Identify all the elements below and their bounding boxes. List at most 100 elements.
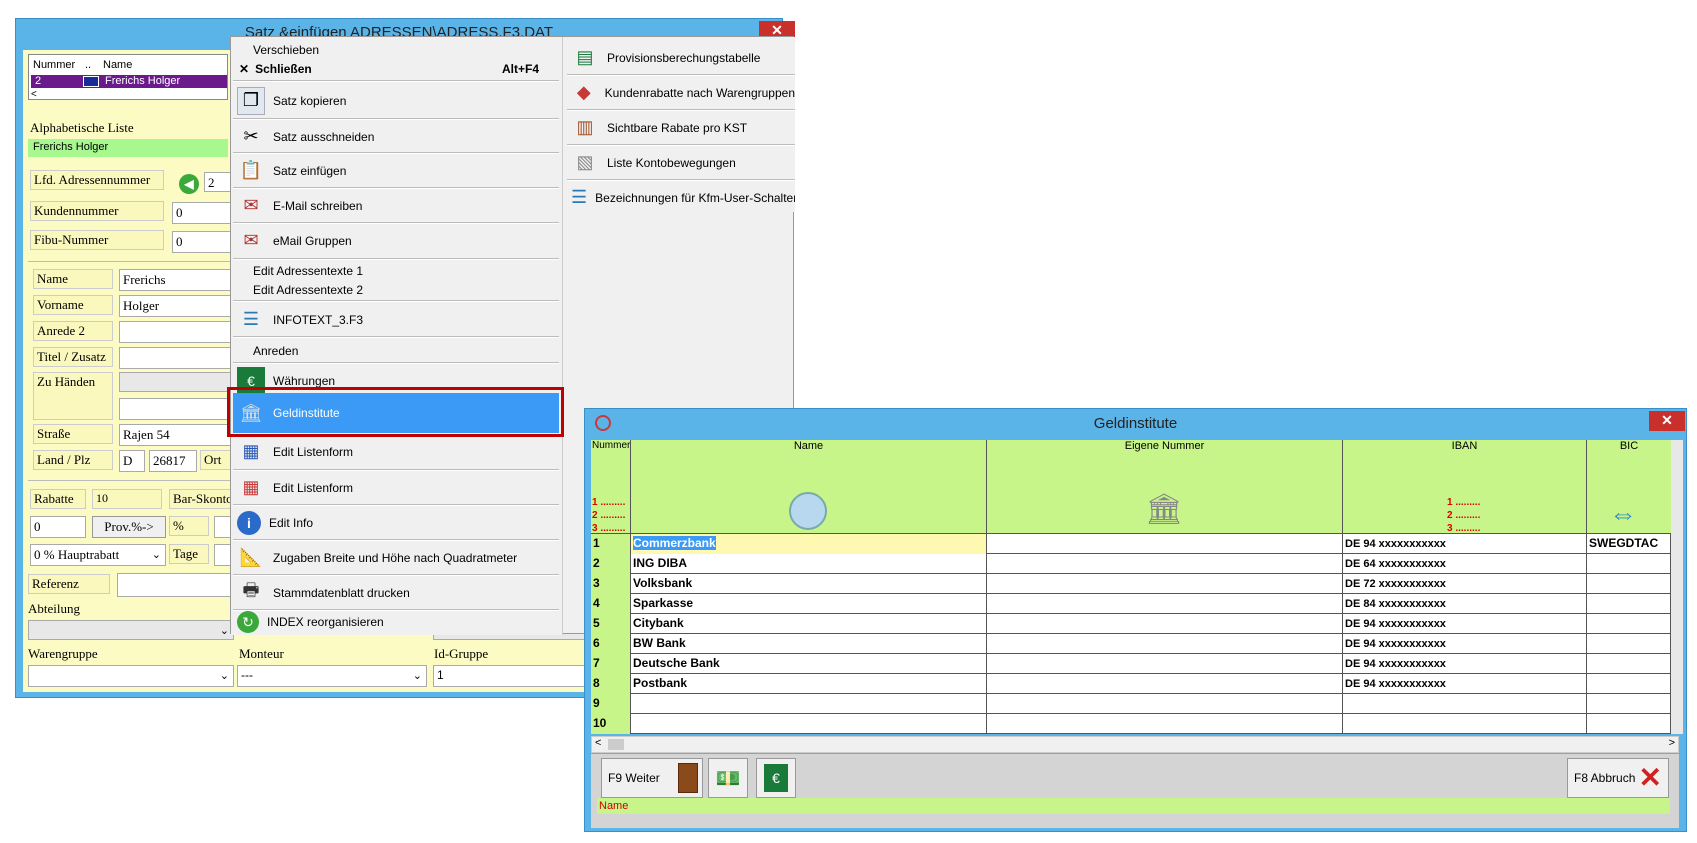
- scroll-right-icon[interactable]: >: [1669, 737, 1675, 749]
- cell-bic[interactable]: [1587, 594, 1671, 614]
- cell-iban[interactable]: DE 94 xxxxxxxxxxx: [1343, 654, 1587, 674]
- scroll-thumb[interactable]: [608, 739, 624, 750]
- list-header-nummer[interactable]: Nummer: [33, 59, 75, 71]
- cell-iban[interactable]: DE 94 xxxxxxxxxxx: [1343, 674, 1587, 694]
- table-row[interactable]: 10: [591, 714, 1671, 734]
- cell-nummer[interactable]: 10: [591, 714, 631, 734]
- cell-iban[interactable]: DE 72 xxxxxxxxxxx: [1343, 574, 1587, 594]
- menu-item-bezeichnungen[interactable]: ☰ Bezeichnungen für Kfm-User-Schalter: [567, 181, 795, 214]
- cell-eigene-nummer[interactable]: [987, 694, 1343, 714]
- cell-bic[interactable]: [1587, 694, 1671, 714]
- cell-name[interactable]: Citybank: [631, 614, 987, 634]
- cell-eigene-nummer[interactable]: [987, 654, 1343, 674]
- close-button[interactable]: ✕: [1649, 411, 1685, 431]
- cell-nummer[interactable]: 7: [591, 654, 631, 674]
- header-bic[interactable]: BIC ⇔: [1587, 440, 1671, 534]
- scroll-left-icon[interactable]: <: [595, 737, 601, 749]
- monteur-select[interactable]: --- ⌄: [237, 665, 427, 687]
- table-row[interactable]: 2 ING DIBA DE 64 xxxxxxxxxxx: [591, 554, 1671, 574]
- cell-eigene-nummer[interactable]: [987, 674, 1343, 694]
- cell-eigene-nummer[interactable]: [987, 534, 1343, 554]
- rabatte-value[interactable]: 10: [92, 489, 162, 509]
- cell-nummer[interactable]: 1: [591, 534, 631, 554]
- menu-item-edit-adressentexte-1[interactable]: Edit Adressentexte 1: [233, 262, 559, 280]
- menu-item-schliessen[interactable]: ✕ Schließen Alt+F4: [233, 60, 559, 78]
- table-row[interactable]: 7 Deutsche Bank DE 94 xxxxxxxxxxx: [591, 654, 1671, 674]
- cell-bic[interactable]: SWEGDTAC: [1587, 534, 1671, 554]
- zuhanden-field[interactable]: [119, 398, 234, 420]
- menu-item-kontobewegungen[interactable]: ▧ Liste Kontobewegungen: [567, 146, 795, 179]
- cell-name[interactable]: [631, 694, 987, 714]
- menu-item-email-schreiben[interactable]: ✉ E-Mail schreiben: [233, 189, 559, 222]
- menu-item-zugaben[interactable]: 📐 Zugaben Breite und Höhe nach Quadratmet…: [233, 541, 559, 574]
- cell-nummer[interactable]: 5: [591, 614, 631, 634]
- table-row[interactable]: 6 BW Bank DE 94 xxxxxxxxxxx: [591, 634, 1671, 654]
- list-header-name[interactable]: Name: [103, 59, 132, 71]
- cell-nummer[interactable]: 4: [591, 594, 631, 614]
- cell-name[interactable]: Postbank: [631, 674, 987, 694]
- cell-nummer[interactable]: 3: [591, 574, 631, 594]
- back-arrow-icon[interactable]: ◀: [179, 174, 199, 194]
- cell-iban[interactable]: DE 94 xxxxxxxxxxx: [1343, 614, 1587, 634]
- menu-item-edit-adressentexte-2[interactable]: Edit Adressentexte 2: [233, 281, 559, 299]
- cell-eigene-nummer[interactable]: [987, 594, 1343, 614]
- f9-weiter-button[interactable]: F9 Weiter: [601, 758, 703, 798]
- euro-button[interactable]: €: [756, 758, 796, 798]
- menu-item-anreden[interactable]: Anreden: [233, 342, 559, 360]
- abteilung-select[interactable]: ⌄: [28, 620, 234, 640]
- cell-iban[interactable]: DE 94 xxxxxxxxxxx: [1343, 634, 1587, 654]
- prov-button[interactable]: Prov.%->: [92, 516, 166, 538]
- cell-name[interactable]: Deutsche Bank: [631, 654, 987, 674]
- horizontal-scrollbar[interactable]: < >: [591, 736, 1679, 753]
- vorname-field[interactable]: Holger: [119, 295, 234, 317]
- menu-item-infotext[interactable]: ☰ INFOTEXT_3.F3: [233, 303, 559, 336]
- cell-eigene-nummer[interactable]: [987, 634, 1343, 654]
- cell-nummer[interactable]: 6: [591, 634, 631, 654]
- cell-eigene-nummer[interactable]: [987, 554, 1343, 574]
- table-row[interactable]: 9: [591, 694, 1671, 714]
- cell-eigene-nummer[interactable]: [987, 614, 1343, 634]
- cell-nummer[interactable]: 8: [591, 674, 631, 694]
- scroll-left-icon[interactable]: <: [31, 89, 37, 100]
- header-iban[interactable]: IBAN 1 ......... 2 ......... 3 .........: [1343, 440, 1587, 534]
- cell-bic[interactable]: [1587, 714, 1671, 734]
- menu-item-satz-kopieren[interactable]: ❐ Satz kopieren: [233, 84, 559, 117]
- anrede-field[interactable]: [119, 321, 234, 343]
- titel-field[interactable]: [119, 347, 234, 369]
- zuhanden-dropdown[interactable]: [119, 372, 234, 392]
- cell-eigene-nummer[interactable]: [987, 574, 1343, 594]
- cell-bic[interactable]: [1587, 654, 1671, 674]
- header-eigene-nummer[interactable]: Eigene Nummer 🏛: [987, 440, 1343, 534]
- table-row[interactable]: 4 Sparkasse DE 84 xxxxxxxxxxx: [591, 594, 1671, 614]
- plz-field[interactable]: 26817: [149, 450, 197, 472]
- menu-item-email-gruppen[interactable]: ✉ eMail Gruppen: [233, 224, 559, 257]
- cell-iban[interactable]: DE 64 xxxxxxxxxxx: [1343, 554, 1587, 574]
- table-row[interactable]: 8 Postbank DE 94 xxxxxxxxxxx: [591, 674, 1671, 694]
- cell-eigene-nummer[interactable]: [987, 714, 1343, 734]
- header-nummer[interactable]: Nummer 1 ......... 2 ......... 3 .......…: [591, 440, 631, 534]
- land-field[interactable]: D: [119, 450, 145, 472]
- cell-nummer[interactable]: 2: [591, 554, 631, 574]
- cell-name[interactable]: BW Bank: [631, 634, 987, 654]
- table-row[interactable]: 5 Citybank DE 94 xxxxxxxxxxx: [591, 614, 1671, 634]
- cell-name[interactable]: ING DIBA: [631, 554, 987, 574]
- menu-item-provisionsberechungstabelle[interactable]: ▤ Provisionsberechungstabelle: [567, 41, 795, 74]
- alpha-list-value[interactable]: Frerichs Holger: [28, 139, 228, 157]
- cell-name[interactable]: [631, 714, 987, 734]
- menu-item-edit-listenform-1[interactable]: ▦ Edit Listenform: [233, 435, 559, 468]
- hauptrabatt-select[interactable]: 0 % Hauptrabatt ⌄: [30, 544, 166, 566]
- f8-abbruch-button[interactable]: F8 Abbruch ✕: [1567, 758, 1669, 798]
- warengruppe-select[interactable]: ⌄: [28, 665, 234, 687]
- money-icon[interactable]: 💵: [708, 758, 748, 798]
- table-row[interactable]: 3 Volksbank DE 72 xxxxxxxxxxx: [591, 574, 1671, 594]
- cell-nummer[interactable]: 9: [591, 694, 631, 714]
- vertical-scrollbar[interactable]: [1671, 440, 1683, 734]
- list-header-dots[interactable]: ..: [85, 59, 91, 71]
- table-row[interactable]: 1 Commerzbank DE 94 xxxxxxxxxxx SWEGDTAC: [591, 534, 1671, 554]
- address-list[interactable]: Nummer .. Name 2 Frerichs Holger <: [28, 54, 228, 100]
- header-name[interactable]: Name: [631, 440, 987, 534]
- menu-item-sichtbare-rabate[interactable]: ▥ Sichtbare Rabate pro KST: [567, 111, 795, 144]
- kunden-field[interactable]: 0: [172, 202, 234, 224]
- cell-bic[interactable]: [1587, 634, 1671, 654]
- cell-iban[interactable]: [1343, 694, 1587, 714]
